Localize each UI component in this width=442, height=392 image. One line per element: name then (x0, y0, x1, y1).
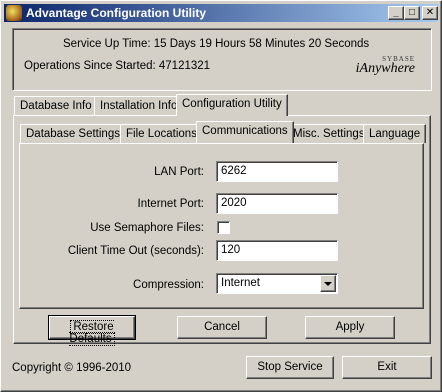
tab-communications[interactable]: Communications (196, 121, 294, 143)
chevron-down-icon[interactable] (320, 275, 336, 292)
tab-language[interactable]: Language (363, 124, 427, 143)
stop-service-button[interactable]: Stop Service (246, 356, 334, 379)
compression-select[interactable]: Internet (216, 273, 338, 294)
internet-port-label: Internet Port: (137, 198, 204, 210)
tab-database-settings[interactable]: Database Settings (20, 124, 126, 143)
operations-count: Operations Since Started: 47121321 (24, 60, 211, 72)
semaphore-files-checkbox[interactable] (217, 221, 230, 234)
tab-file-locations[interactable]: File Locations (120, 124, 203, 143)
compression-label: Compression: (133, 279, 204, 291)
compression-value: Internet (221, 277, 260, 289)
apply-button[interactable]: Apply (305, 316, 395, 339)
close-button[interactable]: ✕ (422, 6, 438, 20)
tab-database-info[interactable]: Database Info (14, 96, 98, 115)
maximize-button[interactable]: □ (404, 6, 420, 20)
window-title: Advantage Configuration Utility (26, 6, 206, 20)
tab-misc-settings[interactable]: Misc. Settings (287, 124, 371, 143)
client-timeout-label: Client Time Out (seconds): (67, 245, 204, 257)
copyright-text: Copyright © 1996-2010 (12, 362, 132, 374)
title-bar[interactable]: Advantage Configuration Utility _ □ ✕ (4, 4, 438, 22)
app-icon (6, 5, 22, 21)
sybase-logo: SYBASE iAnywhere (356, 55, 415, 77)
lan-port-label: LAN Port: (154, 166, 204, 178)
internet-port-input[interactable]: 2020 (216, 193, 338, 214)
app-window: Advantage Configuration Utility _ □ ✕ Se… (0, 0, 442, 392)
client-timeout-input[interactable]: 120 (216, 240, 338, 261)
cancel-button[interactable]: Cancel (177, 316, 267, 339)
exit-button[interactable]: Exit (342, 356, 432, 379)
restore-defaults-button[interactable]: Restore Defaults (48, 315, 136, 346)
restore-defaults-label: Restore Defaults (69, 320, 115, 346)
lan-port-input[interactable]: 6262 (216, 161, 338, 182)
tab-installation-info[interactable]: Installation Info (94, 96, 184, 115)
tab-configuration-utility[interactable]: Configuration Utility (176, 94, 288, 116)
service-uptime: Service Up Time: 15 Days 19 Hours 58 Min… (63, 38, 370, 50)
minimize-button[interactable]: _ (388, 6, 404, 20)
service-status-panel: Service Up Time: 15 Days 19 Hours 58 Min… (12, 28, 432, 91)
semaphore-files-label: Use Semaphore Files: (90, 222, 204, 234)
logo-main-text: iAnywhere (355, 61, 415, 76)
